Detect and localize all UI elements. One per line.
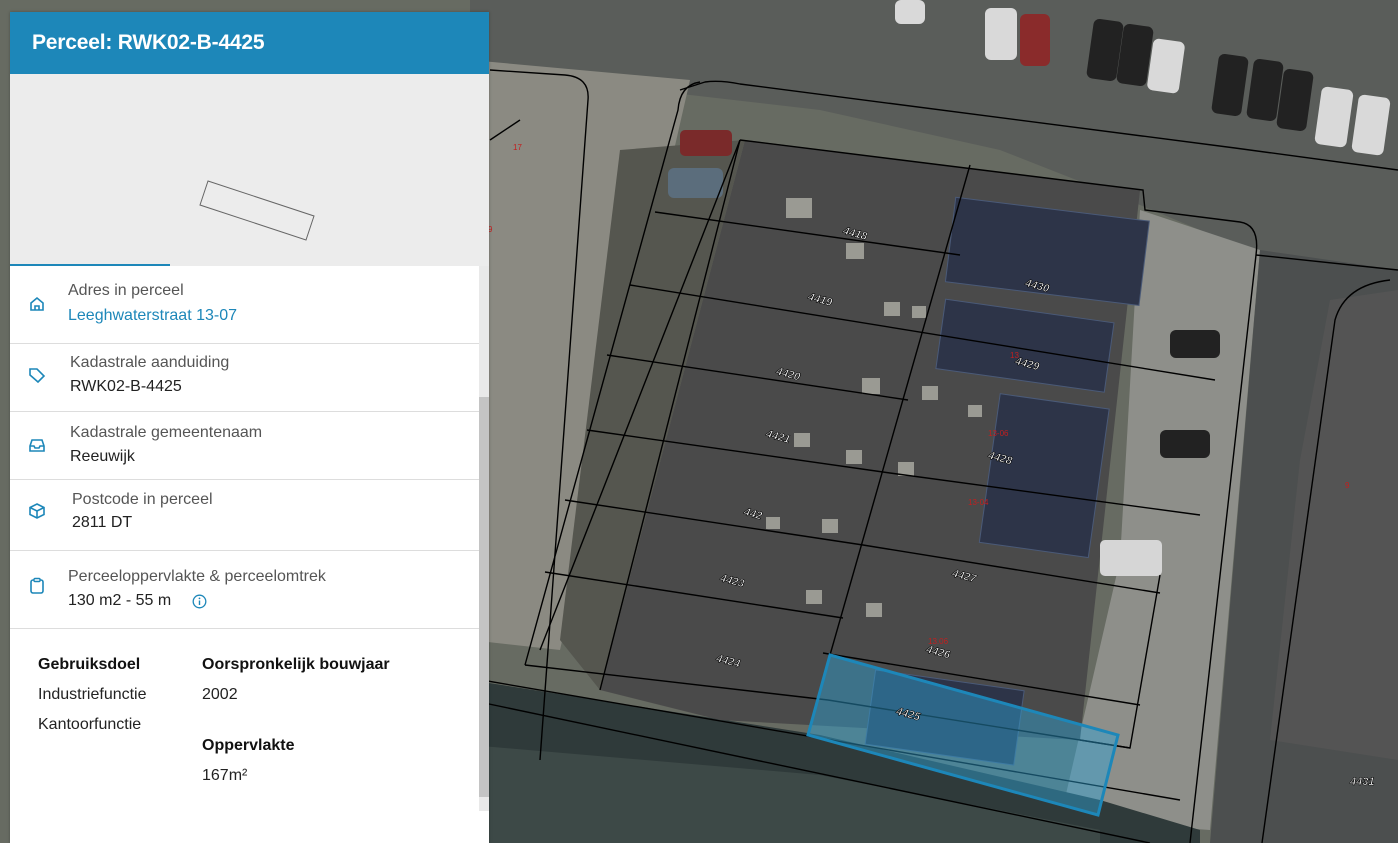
area-heading: Oppervlakte: [202, 737, 295, 754]
svg-text:13: 13: [1010, 351, 1019, 360]
address-link[interactable]: Leeghwaterstraat 13-07: [68, 307, 237, 325]
parcel-outline: [199, 180, 315, 241]
clipboard-icon: [30, 577, 44, 594]
panel-title: Perceel: RWK02-B-4425: [10, 12, 489, 74]
postcode-row: Postcode in perceel 2811 DT: [10, 480, 489, 551]
svg-text:9: 9: [1345, 481, 1350, 490]
svg-text:13-06: 13-06: [988, 429, 1009, 438]
municipality-value: Reeuwijk: [70, 448, 135, 465]
svg-text:13.06: 13.06: [928, 637, 949, 646]
home-icon: [30, 296, 44, 311]
parcel-info-panel: Perceel: RWK02-B-4425 Adres in perceel L…: [10, 12, 489, 843]
municipality-label: Kadastrale gemeentenaam: [70, 424, 263, 441]
scrollbar-thumb[interactable]: [479, 397, 489, 797]
svg-text:13-04: 13-04: [968, 498, 989, 507]
area-value: 130 m2 - 55 m: [68, 592, 172, 609]
build-year-heading: Oorspronkelijk bouwjaar: [202, 656, 390, 673]
parcel-label: 4431: [1349, 776, 1374, 788]
building-details: Gebruiksdoel Industriefunctie Kantoorfun…: [10, 629, 489, 843]
tag-icon: [29, 368, 46, 384]
parcel-preview: [10, 74, 489, 266]
area-size-value: 167m²: [202, 767, 248, 784]
postcode-label: Postcode in perceel: [72, 491, 213, 508]
area-row: Perceeloppervlakte & perceelomtrek 130 m…: [10, 551, 489, 629]
usage-value: Kantoorfunctie: [38, 716, 142, 733]
usage-value: Industriefunctie: [38, 686, 147, 703]
cadastral-designation-row: Kadastrale aanduiding RWK02-B-4425: [10, 344, 489, 412]
cadastral-designation-label: Kadastrale aanduiding: [70, 354, 230, 371]
address-label: Adres in perceel: [68, 282, 184, 299]
usage-heading: Gebruiksdoel: [38, 656, 141, 673]
postcode-value: 2811 DT: [72, 514, 133, 531]
inbox-icon: [29, 439, 45, 452]
address-row: Adres in perceel Leeghwaterstraat 13-07: [10, 266, 489, 344]
cadastral-designation-value: RWK02-B-4425: [70, 378, 182, 395]
build-year-value: 2002: [202, 686, 238, 703]
info-icon[interactable]: [192, 594, 207, 609]
municipality-row: Kadastrale gemeentenaam Reeuwijk: [10, 412, 489, 480]
package-icon: [29, 503, 45, 519]
svg-text:17: 17: [513, 143, 522, 152]
area-label: Perceeloppervlakte & perceelomtrek: [68, 568, 326, 585]
